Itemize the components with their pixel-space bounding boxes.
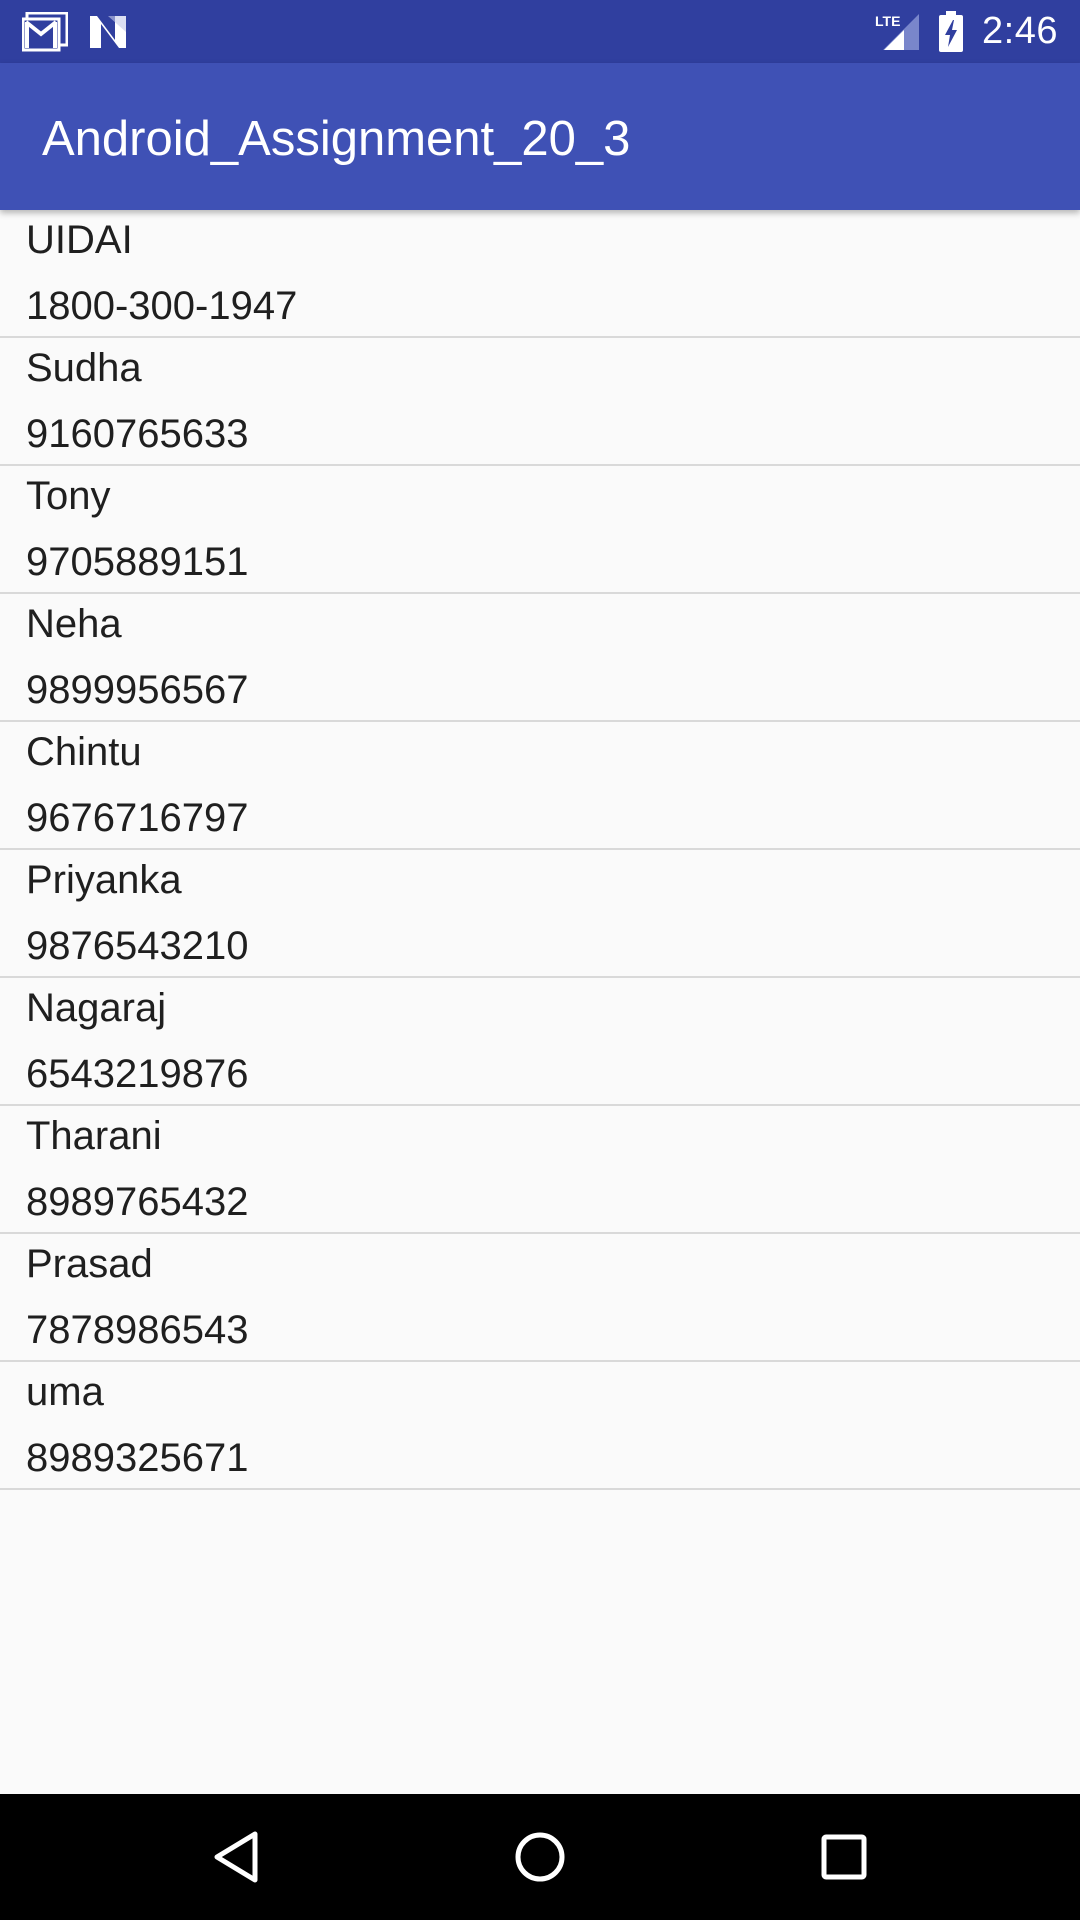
contact-name: Sudha bbox=[26, 346, 142, 390]
n-notification-icon bbox=[88, 14, 128, 50]
list-item[interactable]: Priyanka 9876543210 bbox=[0, 850, 1080, 978]
back-button[interactable] bbox=[206, 1827, 266, 1887]
list-item[interactable]: Tharani 8989765432 bbox=[0, 1106, 1080, 1234]
list-item[interactable]: Chintu 9676716797 bbox=[0, 722, 1080, 850]
contact-name: Neha bbox=[26, 602, 122, 646]
contact-phone: 9876543210 bbox=[26, 924, 249, 968]
notification-icons bbox=[22, 10, 128, 54]
screen: LTE 2:46 Android_Assignment_20_3 UIDAI 1… bbox=[0, 0, 1080, 1920]
contact-name: UIDAI bbox=[26, 218, 133, 262]
list-item[interactable]: Prasad 7878986543 bbox=[0, 1234, 1080, 1362]
recents-icon bbox=[821, 1834, 867, 1880]
contact-phone: 9160765633 bbox=[26, 412, 249, 456]
system-icons: LTE 2:46 bbox=[874, 0, 1058, 63]
contact-name: Chintu bbox=[26, 730, 142, 774]
contact-phone: 1800-300-1947 bbox=[26, 284, 298, 328]
contact-phone: 8989765432 bbox=[26, 1180, 249, 1224]
list-item[interactable]: Tony 9705889151 bbox=[0, 466, 1080, 594]
status-time: 2:46 bbox=[982, 10, 1058, 52]
home-icon bbox=[515, 1832, 565, 1882]
contact-name: uma bbox=[26, 1370, 104, 1414]
home-button[interactable] bbox=[510, 1827, 570, 1887]
status-bar: LTE 2:46 bbox=[0, 0, 1080, 63]
list-item[interactable]: Neha 9899956567 bbox=[0, 594, 1080, 722]
contact-phone: 8989325671 bbox=[26, 1436, 249, 1480]
contact-name: Tharani bbox=[26, 1114, 162, 1158]
battery-charging-icon bbox=[938, 10, 964, 53]
contact-phone: 9899956567 bbox=[26, 668, 249, 712]
recents-button[interactable] bbox=[814, 1827, 874, 1887]
contact-name: Priyanka bbox=[26, 858, 182, 902]
contact-phone: 6543219876 bbox=[26, 1052, 249, 1096]
list-item[interactable]: uma 8989325671 bbox=[0, 1362, 1080, 1490]
list-item[interactable]: UIDAI 1800-300-1947 bbox=[0, 210, 1080, 338]
contact-phone: 9676716797 bbox=[26, 796, 249, 840]
list-item[interactable]: Nagaraj 6543219876 bbox=[0, 978, 1080, 1106]
lte-label: LTE bbox=[875, 13, 900, 29]
contact-name: Prasad bbox=[26, 1242, 153, 1286]
app-bar: Android_Assignment_20_3 bbox=[0, 63, 1080, 210]
contact-name: Tony bbox=[26, 474, 111, 518]
app-title: Android_Assignment_20_3 bbox=[42, 112, 631, 166]
contact-name: Nagaraj bbox=[26, 986, 167, 1030]
back-icon bbox=[214, 1831, 258, 1883]
lte-signal-icon: LTE bbox=[874, 12, 920, 52]
list-item[interactable]: Sudha 9160765633 bbox=[0, 338, 1080, 466]
contact-list: UIDAI 1800-300-1947 Sudha 9160765633 Ton… bbox=[0, 210, 1080, 1490]
navigation-bar bbox=[0, 1794, 1080, 1920]
gmail-icon bbox=[22, 12, 68, 52]
contact-phone: 7878986543 bbox=[26, 1308, 249, 1352]
contact-phone: 9705889151 bbox=[26, 540, 249, 584]
